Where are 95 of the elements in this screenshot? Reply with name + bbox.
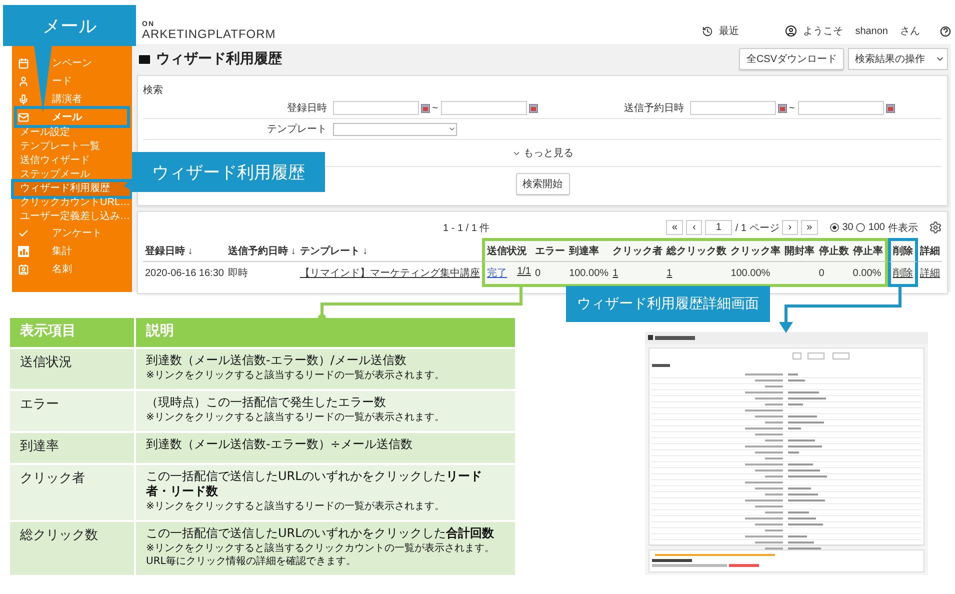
csv-download-button[interactable]: 全CSVダウンロード: [739, 48, 844, 70]
count-link[interactable]: 1/1: [517, 266, 531, 280]
callout-pointer: [124, 178, 132, 191]
range-separator: ~: [788, 102, 795, 114]
status-link[interactable]: 完了: [487, 266, 508, 280]
microphone-icon: [18, 94, 29, 104]
legend-note: ※リンクをクリックすると該当するリードの一覧が表示されます。: [146, 368, 446, 382]
column-header: 送信状況: [487, 246, 528, 257]
column-header: 詳細: [920, 246, 940, 257]
search-button[interactable]: 検索開始: [516, 173, 570, 195]
table-cell: 0: [535, 268, 541, 278]
date-field[interactable]: [440, 101, 527, 115]
user-name: shanon: [855, 26, 888, 36]
field-label: 送信予約日時: [622, 102, 685, 115]
table-cell: 2020-06-16 16:30: [145, 268, 224, 278]
recent-link[interactable]: 最近: [719, 24, 740, 38]
settings-icon[interactable]: [929, 221, 942, 234]
legend-item: 総クリック数: [20, 527, 99, 544]
chart-icon: [18, 246, 29, 256]
calendar-icon: [18, 58, 29, 68]
legend-item: 送信状況: [20, 354, 73, 372]
column-header: テンプレート ↓: [300, 246, 368, 257]
actions-select[interactable]: 検索結果の操作: [848, 48, 948, 70]
callout-label: メール: [3, 5, 136, 46]
legend-note: URL毎にクリック情報の詳細を確認できます。: [146, 554, 357, 568]
legend-note: ※リンクをクリックすると該当するリードの一覧が表示されます。: [146, 500, 446, 513]
next-page-button[interactable]: ›: [782, 220, 798, 235]
legend-item: エラー: [20, 396, 60, 414]
calendar-icon[interactable]: [421, 104, 430, 112]
table-cell: 100.00%: [569, 268, 609, 278]
legend-note: ※リンクをクリックすると該当するクリックカウントの一覧が表示されます。: [146, 542, 496, 555]
history-icon[interactable]: [702, 26, 714, 36]
column-header: 削除: [892, 246, 913, 257]
calendar-icon[interactable]: [528, 104, 538, 112]
legend-description: 到達数（メール送信数-エラー数）/メール送信数: [146, 353, 408, 369]
calendar-icon[interactable]: [778, 104, 787, 112]
date-field[interactable]: [690, 101, 776, 115]
help-icon[interactable]: [940, 26, 951, 36]
page-total: / 1 ページ: [735, 222, 780, 234]
legend-item: クリック者: [20, 470, 86, 487]
last-page-button[interactable]: »: [800, 220, 818, 235]
table-link[interactable]: 1: [666, 268, 672, 278]
legend-description: 到達数（メール送信数-エラー数）÷メール送信数: [146, 437, 414, 453]
user-icon: [785, 25, 798, 37]
page-size-label: 30: [842, 222, 854, 233]
previous-page-button[interactable]: ‹: [686, 220, 702, 235]
page-title: ウィザード利用履歴: [156, 50, 282, 68]
contact-card-icon: [18, 264, 29, 274]
table-link[interactable]: 詳細: [920, 268, 940, 279]
search-heading: 検索: [143, 85, 163, 96]
welcome-text: ようこそ: [803, 25, 844, 38]
table-cell: 0: [818, 268, 824, 278]
table-link[interactable]: 1: [612, 268, 618, 278]
check-icon: [18, 228, 29, 238]
field-label: テンプレート: [266, 122, 328, 136]
legend-description: （現時点）この一括配信で発生したエラー数: [146, 395, 387, 411]
table-cell: 0.00%: [852, 268, 882, 278]
honorific-text: さん: [900, 25, 920, 38]
column-header: クリック率: [730, 246, 781, 257]
page-size-label: 100: [868, 222, 885, 233]
legend-item: 到達率: [20, 438, 60, 456]
person-icon: [18, 76, 29, 86]
callout-label: ウィザード利用履歴: [132, 152, 325, 192]
range-separator: ~: [432, 102, 438, 114]
column-header: エラー: [535, 246, 566, 257]
first-page-button[interactable]: «: [666, 220, 684, 235]
table-link[interactable]: 【リマインド】マーケティング集中講座: [300, 268, 480, 279]
page-size-radio[interactable]: [856, 223, 866, 232]
date-field[interactable]: [333, 101, 419, 115]
date-field[interactable]: [798, 101, 884, 115]
page-field[interactable]: 1: [704, 220, 732, 235]
column-header: 到達率: [569, 246, 600, 257]
page-size-radio[interactable]: [830, 223, 840, 232]
legend-description: この一括配信で送信したURLのいずれかをクリックした合計回数: [146, 526, 495, 542]
column-header: 停止率: [852, 246, 883, 257]
calendar-icon[interactable]: [886, 104, 895, 112]
column-header: 停止数: [818, 246, 849, 257]
page-size-suffix: 件表示: [888, 222, 918, 234]
column-header: 開封率: [784, 246, 815, 257]
column-header: 送信予約日時 ↓: [228, 246, 296, 257]
show-more-link[interactable]: もっと見る: [524, 146, 574, 160]
result-count: 1 - 1 / 1 件: [443, 222, 490, 234]
table-cell: 即時: [228, 268, 248, 279]
legend-note: ※リンクをクリックすると該当するリードの一覧が表示されます。: [146, 410, 446, 424]
chevron-icon: [448, 125, 456, 133]
callout-label: ウィザード利用履歴詳細画面: [566, 286, 770, 322]
legend-header: 説明: [136, 318, 515, 348]
column-header: クリック者: [612, 246, 663, 257]
column-header: 総クリック数: [666, 246, 727, 257]
legend-description: この一括配信で送信したURLのいずれかをクリックしたリード者・リード数: [146, 468, 483, 500]
table-cell: 100.00%: [730, 268, 770, 278]
field-label: 登録日時: [286, 102, 328, 115]
logo-text: ARKETINGPLATFORM: [142, 28, 276, 40]
column-header: 登録日時 ↓: [145, 246, 193, 257]
legend-header: 表示項目: [10, 318, 134, 348]
